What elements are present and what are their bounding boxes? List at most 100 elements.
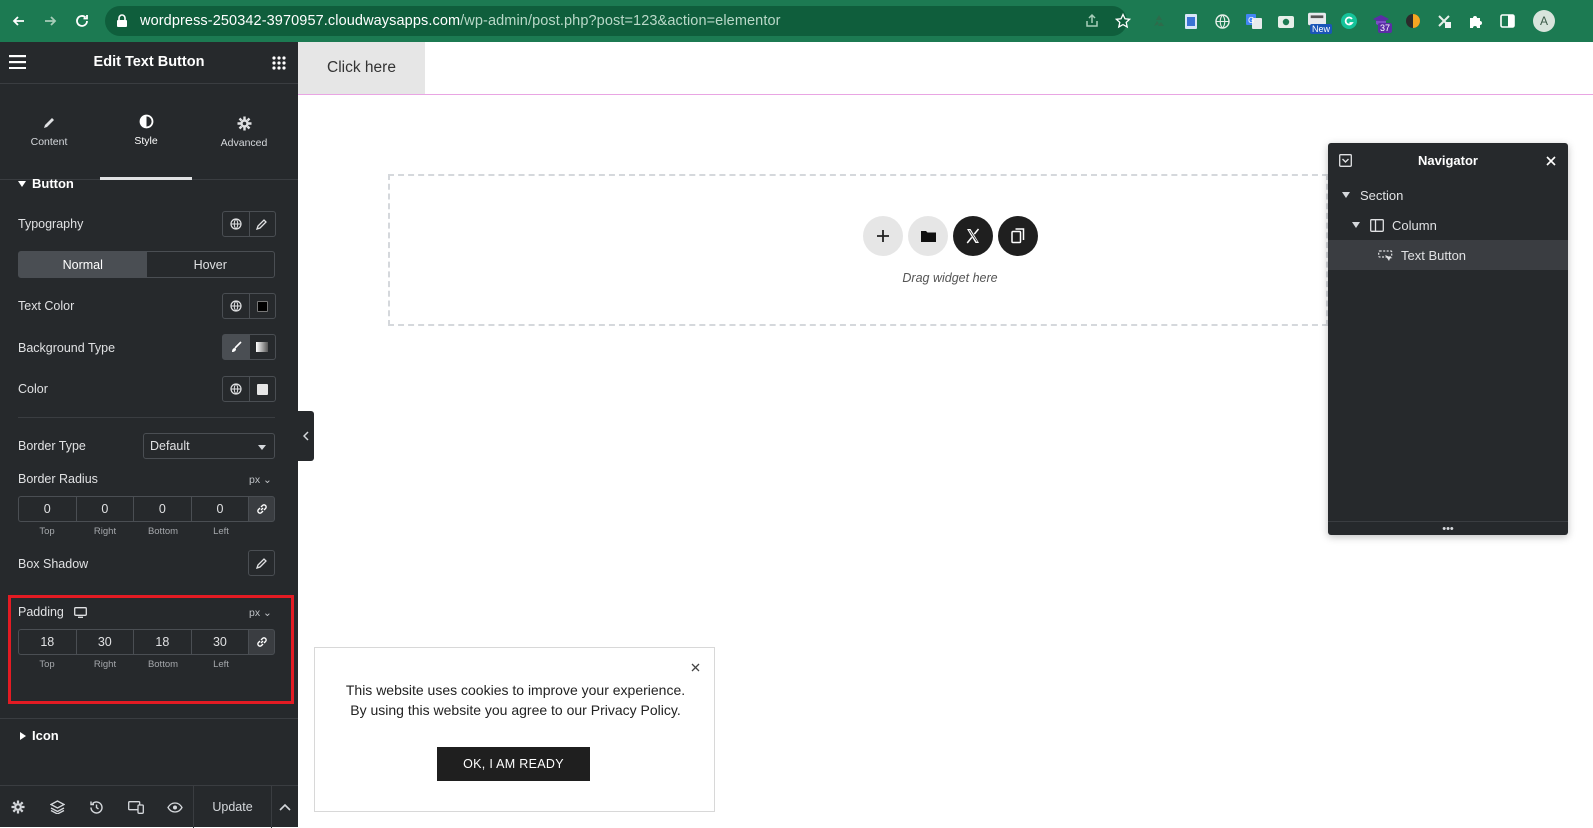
recycle-extension-icon[interactable]	[1150, 12, 1168, 30]
tab-advanced[interactable]: Advanced	[198, 84, 290, 180]
border-radius-right[interactable]: 0	[75, 496, 134, 522]
plus-icon	[876, 229, 890, 243]
url-text[interactable]: wordpress-250342-3970957.cloudwaysapps.c…	[140, 13, 781, 29]
history-icon[interactable]	[86, 797, 106, 817]
back-icon[interactable]	[9, 11, 29, 31]
side-bottom-label: Bottom	[147, 526, 179, 537]
typography-label: Typography	[18, 217, 84, 231]
responsive-icon[interactable]	[126, 797, 146, 817]
add-template-button[interactable]	[908, 216, 948, 256]
drag-widget-hint: Drag widget here	[902, 271, 998, 285]
update-button[interactable]: Update	[193, 786, 272, 828]
camera-extension-icon[interactable]	[1277, 12, 1295, 30]
chevron-down-icon	[258, 445, 266, 450]
tab-content-label: Content	[30, 136, 68, 148]
side-left-label: Left	[213, 526, 229, 537]
text-color-swatch[interactable]	[248, 294, 276, 318]
brush-icon[interactable]	[223, 335, 249, 359]
share-icon[interactable]	[1082, 11, 1102, 31]
puzzle-extension-icon[interactable]	[1466, 12, 1484, 30]
graduation-extension-icon[interactable]: 37	[1372, 12, 1393, 33]
globe-icon[interactable]	[223, 212, 249, 236]
nav-item-section-label: Section	[1360, 187, 1404, 203]
docs-extension-icon[interactable]	[1182, 12, 1200, 30]
link-icon[interactable]	[248, 496, 275, 522]
caret-down-icon	[18, 180, 26, 187]
sidepanel-icon[interactable]	[1498, 12, 1516, 30]
profile-avatar[interactable]: A	[1533, 10, 1555, 32]
chevron-up-icon[interactable]	[275, 797, 295, 817]
side-top-label: Top	[39, 526, 55, 537]
cookie-accept-button[interactable]: OK, I AM READY	[437, 747, 590, 781]
box-shadow-label: Box Shadow	[18, 557, 89, 571]
tools-extension-icon[interactable]	[1435, 12, 1453, 30]
panel-tabs: Content Style Advanced	[0, 84, 298, 180]
star-icon[interactable]	[1113, 11, 1133, 31]
swatch-light	[256, 383, 268, 395]
section-icon-toggle[interactable]: Icon	[20, 728, 59, 743]
caret-down-icon	[1342, 192, 1350, 198]
panel-footer: Update	[0, 785, 298, 828]
border-radius-unit[interactable]: px ⌄	[249, 474, 272, 486]
copy-paste-button[interactable]	[998, 216, 1038, 256]
eye-icon[interactable]	[165, 797, 185, 817]
close-icon[interactable]	[1546, 156, 1556, 166]
state-hover[interactable]: Hover	[147, 252, 275, 277]
navigator-resize-handle[interactable]: •••	[1328, 521, 1568, 535]
text-color-label: Text Color	[18, 299, 75, 313]
border-radius-left[interactable]: 0	[190, 496, 249, 522]
nav-item-text-button[interactable]: Text Button	[1328, 240, 1568, 270]
globe-icon[interactable]	[223, 377, 249, 401]
close-icon[interactable]	[688, 660, 702, 674]
add-section-button[interactable]	[863, 216, 903, 256]
button-widget-icon	[1378, 249, 1393, 262]
nav-item-column[interactable]: Column	[1328, 210, 1568, 240]
ext-new-badge: New	[1310, 24, 1333, 34]
copy-icon	[1011, 228, 1025, 244]
border-radius-bottom[interactable]: 0	[133, 496, 191, 522]
panel-divider	[18, 417, 275, 418]
tab-style[interactable]: Style	[100, 84, 192, 180]
globe-icon[interactable]	[223, 294, 249, 318]
layers-icon[interactable]	[47, 797, 67, 817]
tab-content[interactable]: Content	[3, 84, 95, 180]
globe-extension-icon[interactable]	[1213, 12, 1231, 30]
section-icon-label: Icon	[32, 728, 59, 743]
bg-color-swatch[interactable]	[248, 377, 276, 401]
padding-highlight-box	[8, 595, 294, 704]
border-type-select[interactable]: Default	[143, 433, 275, 459]
url-path: /wp-admin/post.php?post=123&action=eleme…	[460, 13, 781, 29]
reload-icon[interactable]	[72, 11, 92, 31]
nav-item-section[interactable]: Section	[1328, 180, 1568, 210]
border-radius-label: Border Radius	[18, 472, 98, 486]
text-color-controls	[222, 293, 276, 319]
section-button-label: Button	[32, 176, 74, 191]
tab-advanced-label: Advanced	[220, 136, 268, 149]
gradient-icon[interactable]	[248, 335, 276, 359]
edit-pencil-icon[interactable]	[248, 212, 276, 236]
drop-zone[interactable]	[388, 174, 1328, 326]
translate-extension-icon[interactable]: G	[1245, 12, 1263, 30]
panel-collapse-handle[interactable]	[298, 411, 314, 461]
color-controls	[222, 376, 276, 402]
grammarly-extension-icon[interactable]	[1340, 12, 1358, 30]
color-label: Color	[18, 382, 48, 396]
ext-count-badge: 37	[1378, 23, 1393, 33]
border-radius-side-labels: Top Right Bottom Left	[18, 526, 250, 537]
background-type-controls	[222, 334, 276, 360]
settings-gear-icon[interactable]	[8, 797, 28, 817]
border-radius-top[interactable]: 0	[18, 496, 76, 522]
canvas-text-button[interactable]: Click here	[298, 42, 425, 94]
widgets-grid-icon[interactable]	[272, 56, 286, 70]
box-shadow-edit-button[interactable]	[248, 550, 275, 576]
section-button-toggle[interactable]: Button	[18, 176, 74, 191]
x-logo-icon	[965, 228, 981, 244]
orb-extension-icon[interactable]	[1404, 12, 1422, 30]
news-extension-icon[interactable]: New	[1308, 10, 1333, 34]
state-normal[interactable]: Normal	[19, 252, 147, 277]
lock-icon[interactable]	[112, 11, 132, 31]
typography-controls	[222, 211, 276, 237]
x-social-button[interactable]	[953, 216, 993, 256]
forward-icon[interactable]	[40, 11, 60, 31]
panel-header: Edit Text Button	[0, 42, 298, 84]
